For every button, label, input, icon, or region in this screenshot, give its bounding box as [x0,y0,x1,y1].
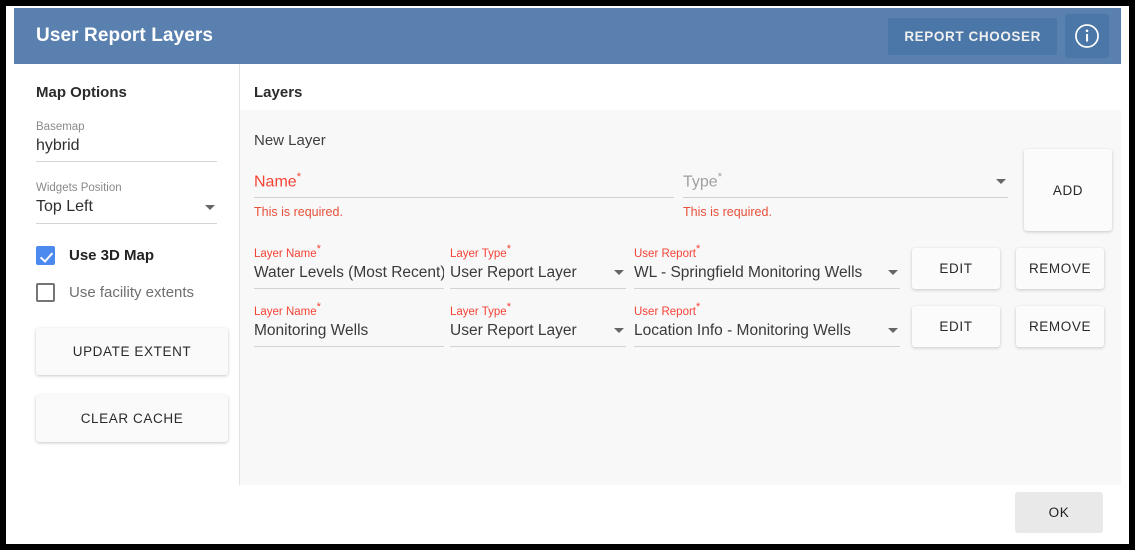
use-facility-extents-checkbox-row[interactable]: Use facility extents [14,283,239,302]
required-mark: * [696,300,701,313]
required-mark: * [717,171,722,183]
row-user-report-label: User Report* [634,243,701,260]
row-layer-name-value: Monitoring Wells [254,321,369,339]
row-user-report-value: WL - Springfield Monitoring Wells [634,263,863,281]
page-title: User Report Layers [36,25,214,46]
new-layer-name-group: Name* This is required. [254,171,674,219]
new-layer-type-select[interactable]: Type* [683,171,1008,199]
chevron-down-icon [614,270,624,276]
row-layer-type-group: Layer Type* User Report Layer [450,301,626,347]
chevron-down-icon [614,328,624,334]
row-layer-type-value: User Report Layer [450,321,577,339]
row-user-report-group: User Report* WL - Springfield Monitoring… [634,243,900,289]
new-layer-name-error: This is required. [254,205,343,220]
row-layer-name-value: Water Levels (Most Recent) [254,263,444,281]
new-layer-type-error: This is required. [683,205,772,220]
new-layer-type-group: Type* This is required. [683,171,1008,219]
chevron-down-icon [996,178,1006,184]
row-layer-type-label: Layer Type* [450,300,511,318]
row-layer-name-input[interactable]: Water Levels (Most Recent) [254,264,444,289]
clear-cache-button[interactable]: CLEAR CACHE [36,395,228,442]
layers-title: Layers [254,84,303,101]
row-layer-name-label: Layer Name* [254,300,321,318]
row-user-report-select[interactable]: WL - Springfield Monitoring Wells [634,264,900,289]
edit-button[interactable]: EDIT [912,247,1000,289]
update-extent-button[interactable]: UPDATE EXTENT [36,328,228,375]
row-layer-name-group: Layer Name* Water Levels (Most Recent) [254,243,444,289]
dialog-window: User Report Layers REPORT CHOOSER Map Op… [6,6,1129,544]
required-mark: * [506,300,511,313]
row-user-report-label: User Report* [634,300,701,318]
required-mark: * [316,300,321,313]
row-layer-type-group: Layer Type* User Report Layer [450,243,626,289]
table-row: Layer Name* Monitoring Wells Layer Type*… [240,301,1121,347]
use-facility-extents-label: Use facility extents [69,284,195,301]
required-mark: * [506,243,511,255]
map-options-sidebar: Map Options Basemap hybrid Widgets Posit… [14,64,240,485]
info-button[interactable] [1065,14,1109,58]
use-3d-map-checkbox-row[interactable]: Use 3D Map [14,246,239,265]
widgets-position-field-group: Widgets Position Top Left [14,182,239,224]
required-mark: * [296,171,301,183]
ok-button[interactable]: OK [1015,492,1103,533]
widgets-position-value: Top Left [36,198,93,215]
chevron-down-icon [205,204,215,210]
report-chooser-button[interactable]: REPORT CHOOSER [888,17,1057,55]
chevron-down-icon [888,328,898,334]
chevron-down-icon [888,270,898,276]
edit-button[interactable]: EDIT [912,305,1000,347]
use-3d-map-label: Use 3D Map [69,247,155,264]
widgets-position-select[interactable]: Top Left [36,198,217,224]
new-layer-name-placeholder: Name* [254,171,301,191]
layers-panel: New Layer Name* This is required. Type* [240,110,1121,485]
info-circle-icon [1074,23,1100,49]
dialog-body: Map Options Basemap hybrid Widgets Posit… [14,64,1121,485]
row-user-report-group: User Report* Location Info - Monitoring … [634,301,900,347]
row-layer-name-group: Layer Name* Monitoring Wells [254,301,444,347]
new-layer-type-placeholder: Type* [683,171,722,191]
header-actions: REPORT CHOOSER [888,14,1109,58]
new-layer-row: Name* This is required. Type* This is re… [240,149,1121,231]
row-layer-type-label: Layer Type* [450,243,511,260]
row-layer-type-select[interactable]: User Report Layer [450,264,626,289]
row-user-report-value: Location Info - Monitoring Wells [634,321,851,339]
new-layer-name-input[interactable]: Name* [254,171,674,199]
dialog-footer: OK [14,485,1121,540]
required-mark: * [316,243,321,255]
use-facility-extents-checkbox[interactable] [36,283,55,302]
sidebar-title: Map Options [36,84,127,101]
widgets-position-label: Widgets Position [36,182,122,194]
row-layer-name-label: Layer Name* [254,243,321,260]
layers-main-panel: Layers New Layer Name* This is required.… [240,64,1121,485]
remove-button[interactable]: REMOVE [1016,305,1104,347]
required-mark: * [696,243,701,255]
table-row: Layer Name* Water Levels (Most Recent) L… [240,243,1121,289]
row-layer-name-input[interactable]: Monitoring Wells [254,322,444,347]
basemap-field-group: Basemap hybrid [14,121,239,162]
remove-button[interactable]: REMOVE [1016,247,1104,289]
row-layer-type-select[interactable]: User Report Layer [450,322,626,347]
row-layer-type-value: User Report Layer [450,263,577,281]
basemap-value: hybrid [36,137,80,154]
basemap-input[interactable]: hybrid [36,137,217,162]
dialog-header: User Report Layers REPORT CHOOSER [14,8,1121,64]
basemap-label: Basemap [36,121,85,133]
use-3d-map-checkbox[interactable] [36,246,55,265]
add-layer-button[interactable]: ADD [1024,149,1112,231]
new-layer-section-label: New Layer [254,132,326,149]
row-user-report-select[interactable]: Location Info - Monitoring Wells [634,322,900,347]
